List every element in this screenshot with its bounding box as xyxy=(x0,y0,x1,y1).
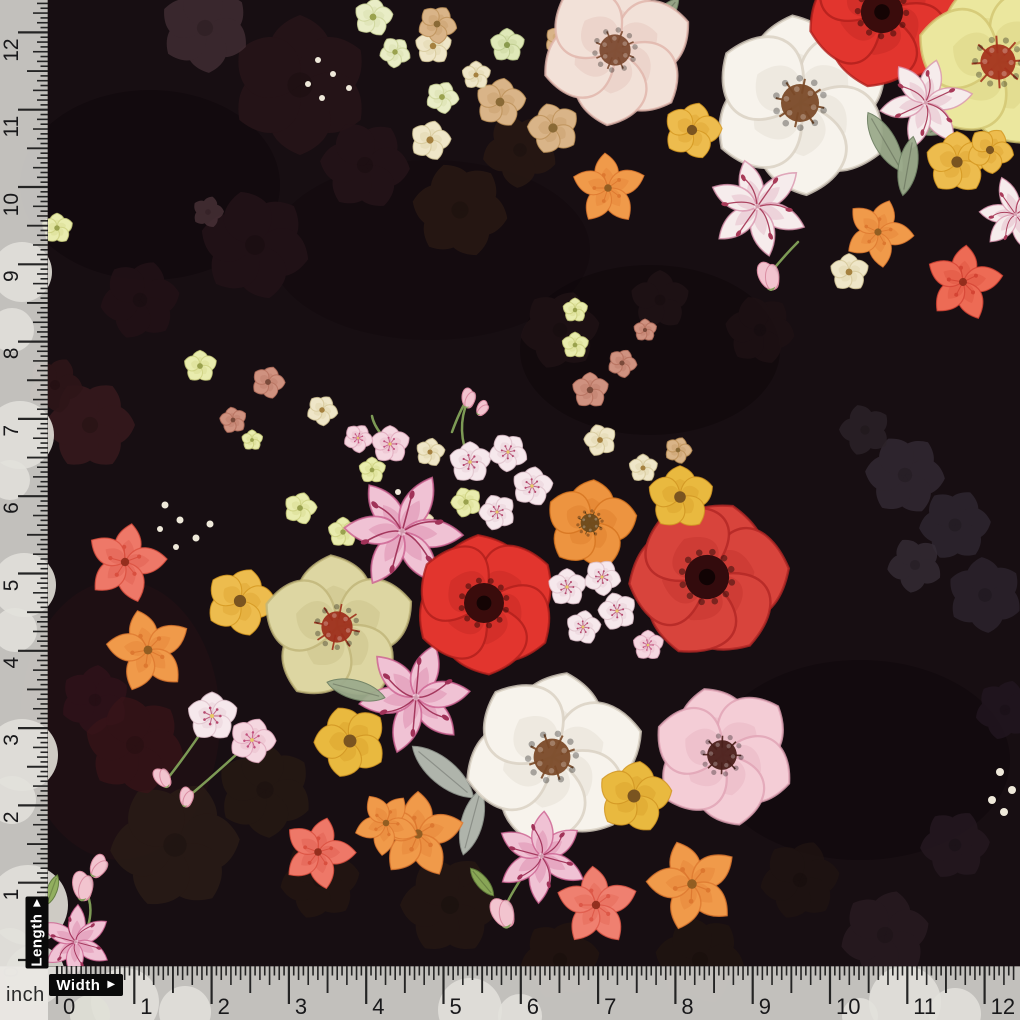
horizontal-ruler-number: 1 xyxy=(140,994,152,1019)
vertical-ruler-number: 8 xyxy=(0,348,23,360)
arrow-right-icon: ▶ xyxy=(32,898,42,906)
vertical-ruler-number: 3 xyxy=(0,734,23,746)
fabric-photo-canvas: 01234567891011120123456789101112 xyxy=(0,0,1020,1020)
vertical-ruler-number: 12 xyxy=(0,38,23,61)
horizontal-ruler-number: 10 xyxy=(836,994,860,1019)
vertical-ruler-number: 1 xyxy=(0,889,23,901)
vertical-ruler-number: 10 xyxy=(0,193,23,216)
horizontal-ruler-number: 12 xyxy=(991,994,1015,1019)
vertical-ruler-number: 4 xyxy=(0,656,23,668)
horizontal-ruler-number: 3 xyxy=(295,994,307,1019)
horizontal-ruler-number: 7 xyxy=(604,994,616,1019)
arrow-right-icon: ▶ xyxy=(107,980,115,990)
vertical-ruler-number: 6 xyxy=(0,502,23,514)
horizontal-ruler-number: 8 xyxy=(681,994,693,1019)
width-badge: Width ▶ xyxy=(49,974,123,996)
horizontal-ruler-number: 0 xyxy=(63,994,75,1019)
vertical-ruler-number: 9 xyxy=(0,270,23,282)
length-badge: Length ▶ xyxy=(26,897,49,969)
horizontal-ruler-number: 2 xyxy=(218,994,230,1019)
horizontal-ruler-number: 11 xyxy=(913,994,936,1019)
horizontal-ruler-number: 6 xyxy=(527,994,539,1019)
length-badge-label: Length xyxy=(29,914,46,967)
horizontal-ruler: 0123456789101112 xyxy=(0,966,1020,1020)
vertical-ruler-number: 2 xyxy=(0,811,23,823)
vertical-ruler: 0123456789101112 xyxy=(0,0,48,1020)
horizontal-ruler-number: 4 xyxy=(372,994,384,1019)
unit-label: inch xyxy=(6,984,45,1007)
width-badge-label: Width xyxy=(56,977,100,994)
horizontal-ruler-number: 9 xyxy=(759,994,771,1019)
vertical-ruler-number: 7 xyxy=(0,425,23,437)
vertical-ruler-number: 11 xyxy=(0,116,23,138)
fabric-swatch-photo: 01234567891011120123456789101112 Length … xyxy=(0,0,1020,1020)
horizontal-ruler-number: 5 xyxy=(450,994,462,1019)
vertical-ruler-number: 5 xyxy=(0,580,23,592)
